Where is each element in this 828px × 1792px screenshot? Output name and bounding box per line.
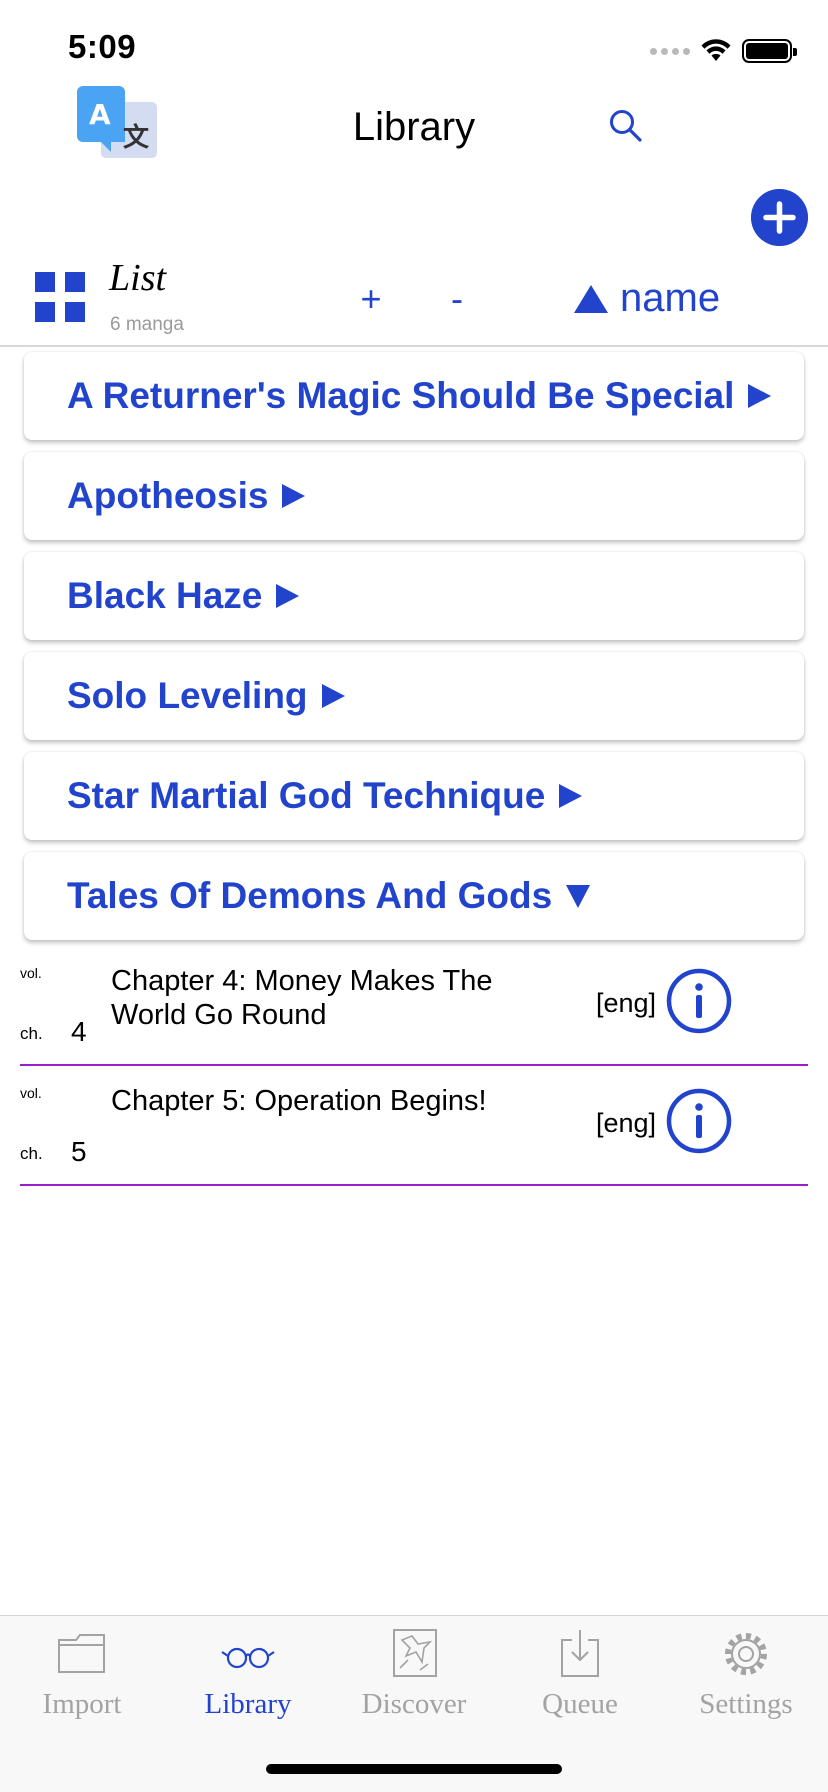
manga-card[interactable]: Apotheosis <box>24 452 804 540</box>
view-mode-title: List <box>109 257 167 299</box>
ch-label: ch. <box>20 1024 43 1043</box>
manga-title: Apotheosis <box>67 475 269 516</box>
sort-button[interactable]: name <box>574 276 720 321</box>
vol-label: vol. <box>20 1085 42 1101</box>
manga-title: A Returner's Magic Should Be Special <box>67 375 735 416</box>
manga-card[interactable]: A Returner's Magic Should Be Special <box>24 352 804 440</box>
manga-title: Black Haze <box>67 575 263 616</box>
wifi-icon <box>701 39 731 61</box>
signal-icon <box>650 47 690 55</box>
expand-arrow-icon <box>282 484 306 508</box>
chapter-row[interactable]: vol. ch. 5 Chapter 5: Operation Begins! … <box>20 1068 808 1186</box>
grid-view-icon[interactable] <box>35 272 85 322</box>
chapter-title: Chapter 4: Money Makes The World Go Roun… <box>111 965 493 1031</box>
chapter-language: [eng] <box>596 988 657 1018</box>
tab-settings[interactable]: Settings <box>671 1628 821 1721</box>
glasses-icon <box>221 1647 275 1669</box>
expand-arrow-icon <box>321 684 345 708</box>
zoom-in-button[interactable]: + <box>356 278 386 320</box>
discover-icon <box>393 1629 437 1677</box>
manga-title: Tales Of Demons And Gods <box>67 875 553 916</box>
expand-arrow-icon <box>748 384 772 408</box>
status-time: 5:09 <box>68 28 137 65</box>
chapter-row[interactable]: vol. ch. 4 Chapter 4: Money Makes The Wo… <box>20 948 808 1066</box>
download-icon <box>561 1630 599 1677</box>
tab-queue[interactable]: Queue <box>505 1628 655 1721</box>
chapter-title: Chapter 5: Operation Begins! <box>111 1085 487 1117</box>
vol-label: vol. <box>20 965 42 981</box>
manga-card[interactable]: Black Haze <box>24 552 804 640</box>
manga-title: Solo Leveling <box>67 675 308 716</box>
add-manga-button[interactable] <box>751 189 808 246</box>
manga-card[interactable]: Tales Of Demons And Gods <box>24 852 804 940</box>
tab-label: Discover <box>361 1688 467 1720</box>
info-icon[interactable] <box>666 1088 732 1154</box>
toolbar-divider <box>0 345 828 347</box>
tab-label: Settings <box>699 1688 793 1720</box>
manga-title: Star Martial God Technique <box>67 775 546 816</box>
gear-icon <box>725 1633 767 1675</box>
manga-count: 6 manga <box>110 314 184 335</box>
zoom-out-button[interactable]: - <box>442 278 472 320</box>
expand-arrow-icon <box>276 584 300 608</box>
tab-label: Queue <box>542 1688 618 1720</box>
chapter-language: [eng] <box>596 1108 657 1138</box>
search-icon[interactable] <box>608 108 644 144</box>
expand-arrow-icon <box>559 784 583 808</box>
tab-discover[interactable]: Discover <box>339 1628 489 1721</box>
folder-icon <box>58 1634 105 1673</box>
chapter-number: 4 <box>71 1016 87 1047</box>
tab-label: Import <box>42 1688 122 1720</box>
sort-ascending-icon <box>574 284 608 313</box>
tab-import[interactable]: Import <box>7 1628 157 1721</box>
battery-icon <box>742 39 797 63</box>
page-title: Library <box>352 105 476 149</box>
sort-label: name <box>620 276 721 320</box>
info-icon[interactable] <box>666 968 732 1034</box>
manga-card[interactable]: Star Martial God Technique <box>24 752 804 840</box>
chapter-number: 5 <box>71 1136 87 1167</box>
tab-label: Library <box>204 1688 292 1720</box>
status-indicators <box>650 36 797 66</box>
collapse-arrow-icon <box>566 884 591 908</box>
ch-label: ch. <box>20 1144 43 1163</box>
manga-card[interactable]: Solo Leveling <box>24 652 804 740</box>
home-indicator <box>266 1764 562 1774</box>
tab-library[interactable]: Library <box>173 1628 323 1721</box>
